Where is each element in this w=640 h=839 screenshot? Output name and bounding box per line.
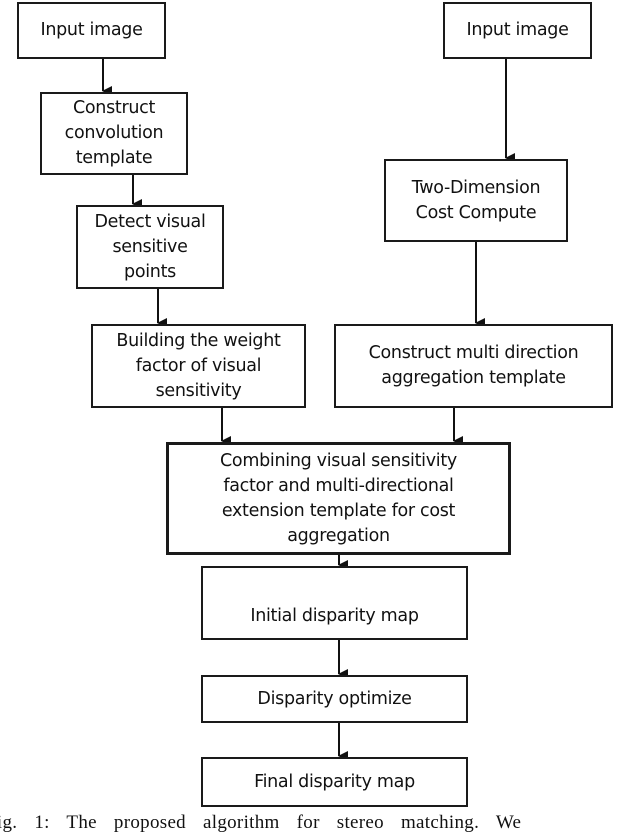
node-label: Construct multi direction aggregation te… bbox=[368, 343, 579, 388]
detect-visual-sensitive-points-node: Detect visual sensitive points bbox=[76, 205, 224, 289]
construct-convolution-template-node: Construct convolution template bbox=[40, 92, 188, 175]
node-label: Disparity optimize bbox=[257, 688, 412, 709]
final-disparity-map-node: Final disparity map bbox=[201, 757, 468, 807]
node-label: Input image bbox=[40, 20, 143, 40]
node-label: Combining visual sensitivity factor and … bbox=[220, 450, 457, 546]
node-label: Detect visual sensitive points bbox=[94, 211, 206, 282]
right-input-image-node: Input image bbox=[443, 2, 592, 59]
combining-cost-aggregation-node: Combining visual sensitivity factor and … bbox=[166, 442, 511, 555]
node-label: Two-Dimension Cost Compute bbox=[411, 177, 541, 223]
flowchart: Input image Construct convolution templa… bbox=[0, 0, 640, 839]
two-dimension-cost-compute-node: Two-Dimension Cost Compute bbox=[384, 159, 568, 242]
initial-disparity-map-node: Initial disparity map bbox=[201, 566, 468, 640]
node-label: Input image bbox=[466, 20, 569, 40]
disparity-optimize-node: Disparity optimize bbox=[201, 675, 468, 723]
weight-factor-node: Building the weight factor of visual sen… bbox=[91, 324, 306, 408]
multi-direction-aggregation-node: Construct multi direction aggregation te… bbox=[334, 324, 613, 408]
figure-caption: Fig. 1: The proposed algorithm for stere… bbox=[0, 812, 522, 833]
left-input-image-node: Input image bbox=[17, 2, 166, 59]
node-label: Initial disparity map bbox=[250, 606, 419, 626]
node-label: Final disparity map bbox=[254, 771, 415, 792]
node-label: Building the weight factor of visual sen… bbox=[116, 330, 281, 401]
node-label: Construct convolution template bbox=[64, 98, 164, 168]
